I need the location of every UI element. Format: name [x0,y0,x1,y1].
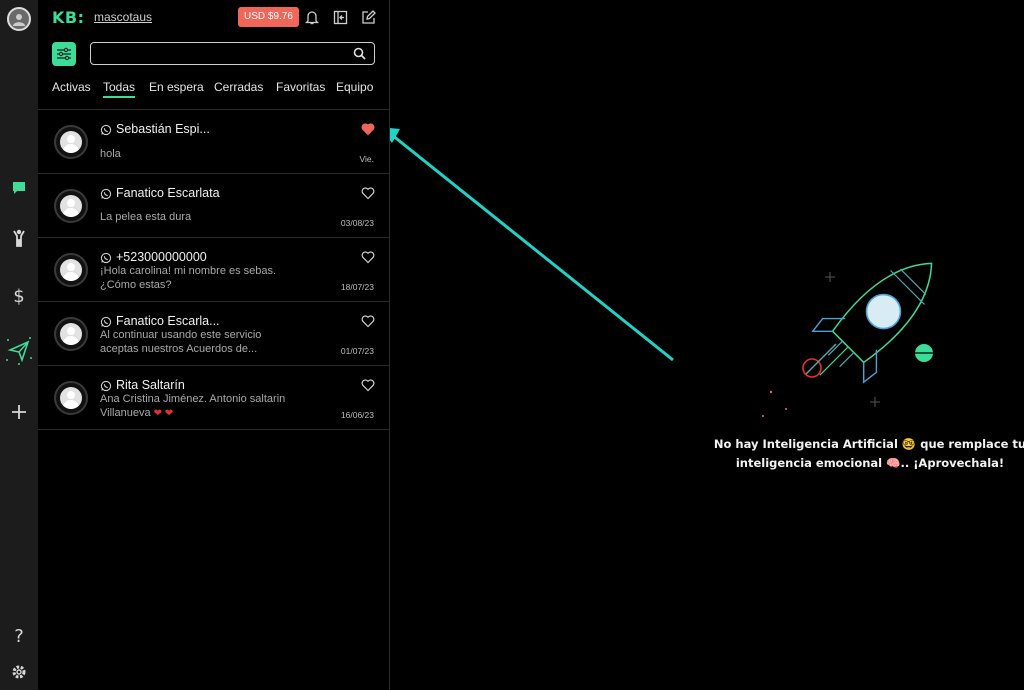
tab-equipo[interactable]: Equipo [336,80,373,94]
avatar [54,381,88,415]
search-input[interactable] [97,45,347,63]
help-icon[interactable]: ? [0,626,38,647]
conversation-row[interactable]: Rita Saltarín Ana Cristina Jiménez. Anto… [38,366,390,430]
edit-icon[interactable] [360,9,376,25]
conversation-row[interactable]: Fanatico Escarla... Al continuar usando … [38,302,390,366]
last-message: Ana Cristina Jiménez. Antonio saltarin [100,393,286,405]
conversation-date: Vie. [359,154,375,164]
conversation-row[interactable]: Sebastián Espi... hola Vie. [38,110,390,174]
whatsapp-icon [100,188,112,200]
empty-state-message: No hay Inteligencia Artificial 🤓 que rem… [710,435,1024,473]
heart-icon[interactable] [361,314,375,328]
contact-name: Fanatico Escarlata [116,186,220,200]
tab-cerradas[interactable]: Cerradas [214,80,263,94]
whatsapp-icon [100,124,112,136]
last-message: hola [100,148,121,160]
left-nav-rail: $ ? [0,0,38,690]
contacts-icon[interactable] [0,228,38,248]
logout-icon[interactable] [332,9,348,25]
panel-header: KB: mascotaus USD $9.76 [38,0,390,36]
whatsapp-icon [100,316,112,328]
conversation-panel: KB: mascotaus USD $9.76 Activas Todas En… [38,0,390,690]
conversation-date: 16/06/23 [340,410,374,420]
app-logo: KB: [52,8,85,27]
last-message-continued: ¿Cómo estas? [100,279,172,291]
conversation-date: 18/07/23 [340,282,374,292]
heart-icon[interactable] [361,250,375,264]
filter-icon [57,47,71,61]
whatsapp-icon [100,380,112,392]
heart-icon[interactable] [361,186,375,200]
avatar [54,125,88,159]
balance-badge[interactable]: USD $9.76 [238,7,299,27]
conversation-tabs: Activas Todas En espera Cerradas Favorit… [52,80,388,100]
bell-icon[interactable] [304,9,320,25]
last-message-continued: aceptas nuestros Acuerdos de... [100,343,258,355]
tab-favoritas[interactable]: Favoritas [276,80,325,94]
avatar [54,189,88,223]
last-message: La pelea esta dura [100,211,192,223]
last-message: ¡Hola carolina! mi nombre es sebas. [100,265,277,277]
search-icon[interactable] [353,47,366,65]
contact-name: +523000000000 [116,250,207,264]
rocket-illustration [390,128,933,417]
contact-name: Fanatico Escarla... [116,314,220,328]
chat-icon[interactable] [0,178,38,198]
tagline-line-2: inteligencia emocional 🧠.. ¡Aprovechala! [735,456,1005,470]
conversation-date: 03/08/23 [340,218,374,228]
avatar [54,317,88,351]
contact-name: Sebastián Espi... [116,122,210,136]
username-link[interactable]: mascotaus [94,10,152,24]
last-message-continued: Villanueva ❤ ❤ [100,407,174,419]
dollar-icon[interactable]: $ [0,286,38,307]
conversation-row[interactable]: +523000000000 ¡Hola carolina! mi nombre … [38,238,390,302]
main-empty-state: No hay Inteligencia Artificial 🤓 que rem… [390,0,1024,690]
last-message: Al continuar usando este servicio [100,329,262,341]
tab-todas[interactable]: Todas [103,80,136,98]
filter-button[interactable] [52,42,76,66]
tab-en-espera[interactable]: En espera [149,80,204,94]
tab-activas[interactable]: Activas [52,80,91,94]
user-avatar-icon[interactable] [0,6,38,32]
avatar [54,253,88,287]
whatsapp-icon [100,252,112,264]
heart-icon[interactable] [361,122,375,136]
contact-name: Rita Saltarín [116,378,185,392]
conversation-row[interactable]: Fanatico Escarlata La pelea esta dura 03… [38,174,390,238]
conversation-date: 01/07/23 [340,346,374,356]
red-heart-emoji: ❤ ❤ [153,408,174,419]
tagline-line-1: No hay Inteligencia Artificial 🤓 que rem… [713,437,1024,451]
heart-icon[interactable] [361,378,375,392]
plus-icon[interactable] [0,402,38,422]
search-field [90,42,375,65]
send-icon[interactable] [0,334,38,366]
settings-icon[interactable] [0,662,38,682]
